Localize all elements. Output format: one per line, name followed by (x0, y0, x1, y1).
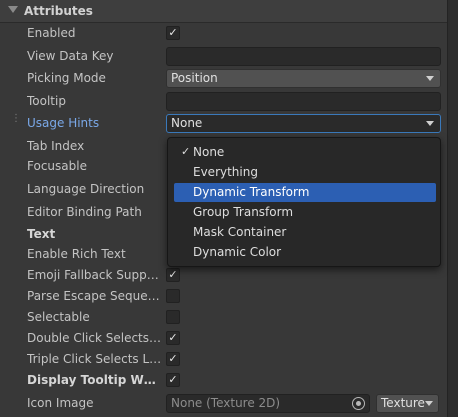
attributes-foldout-header[interactable]: Attributes (0, 0, 447, 23)
triple-click-checkbox[interactable]: ✓ (166, 352, 180, 366)
icon-image-label: Icon Image (27, 396, 94, 410)
chevron-down-icon (426, 76, 434, 81)
usage-hints-dropdown[interactable]: None (166, 114, 441, 133)
enabled-checkbox[interactable]: ✓ (166, 26, 180, 40)
usage-hints-menu: ✓ None Everything Dynamic Transform Grou… (167, 137, 441, 267)
language-direction-label: Language Direction (27, 182, 145, 196)
usage-hints-label: Usage Hints (27, 116, 100, 130)
selectable-label: Selectable (27, 310, 90, 324)
icon-image-type-dropdown[interactable]: Texture (376, 394, 439, 413)
menu-item-label: Mask Container (193, 225, 287, 239)
picking-mode-value: Position (171, 71, 218, 85)
object-picker-icon[interactable] (352, 397, 365, 410)
tab-index-label: Tab Index (27, 139, 85, 153)
menu-item-label: Group Transform (193, 205, 294, 219)
menu-item-group-transform[interactable]: Group Transform (174, 203, 436, 222)
tooltip-field[interactable] (166, 92, 441, 111)
row-view-data-key: View Data Key (0, 46, 447, 67)
usage-hints-value: None (171, 116, 203, 130)
inspector-panel: Attributes Enabled ✓ View Data Key Picki… (0, 0, 458, 417)
vertical-scrollbar[interactable] (447, 0, 458, 417)
checkmark-icon: ✓ (181, 145, 191, 158)
row-selectable: Selectable (0, 307, 447, 328)
enabled-label: Enabled (27, 26, 76, 40)
menu-item-label: Everything (193, 165, 258, 179)
row-double-click: Double Click Selects ... ✓ (0, 328, 447, 349)
row-icon-image: Icon Image None (Texture 2D) Texture (0, 393, 447, 414)
row-enabled: Enabled ✓ (0, 23, 447, 44)
foldout-expanded-icon[interactable] (8, 6, 18, 13)
checkmark-icon: ✓ (168, 352, 178, 365)
menu-item-label: Dynamic Color (193, 245, 282, 259)
picking-mode-dropdown[interactable]: Position (166, 69, 441, 88)
checkmark-icon: ✓ (168, 331, 178, 344)
editor-binding-path-label: Editor Binding Path (27, 205, 142, 219)
chevron-down-icon (425, 401, 433, 406)
menu-item-mask-container[interactable]: Mask Container (174, 223, 436, 242)
parse-escape-label: Parse Escape Sequen... (27, 289, 162, 303)
menu-item-dynamic-color[interactable]: Dynamic Color (174, 243, 436, 262)
focusable-label: Focusable (27, 159, 87, 173)
drag-handle-icon[interactable]: ⋮ (11, 114, 21, 124)
row-parse-escape: Parse Escape Sequen... (0, 286, 447, 307)
icon-image-type-value: Texture (381, 396, 425, 410)
menu-item-none[interactable]: ✓ None (174, 143, 436, 162)
checkmark-icon: ✓ (168, 373, 178, 386)
icon-image-value: None (Texture 2D) (171, 396, 281, 410)
display-tooltip-label: Display Tooltip When... (27, 373, 162, 387)
selectable-checkbox[interactable] (166, 310, 180, 324)
enable-rich-text-label: Enable Rich Text (27, 247, 126, 261)
chevron-down-icon (426, 121, 434, 126)
picking-mode-label: Picking Mode (27, 71, 106, 85)
emoji-fallback-label: Emoji Fallback Support (27, 268, 162, 282)
view-data-key-label: View Data Key (27, 49, 114, 63)
menu-item-label: None (193, 145, 225, 159)
row-tooltip: Tooltip (0, 91, 447, 112)
section-title: Attributes (24, 4, 93, 18)
view-data-key-field[interactable] (166, 47, 441, 66)
row-emoji-fallback: Emoji Fallback Support ✓ (0, 265, 447, 286)
row-triple-click: Triple Click Selects Li... ✓ (0, 349, 447, 370)
icon-image-object-field[interactable]: None (Texture 2D) (166, 394, 370, 413)
menu-item-everything[interactable]: Everything (174, 163, 436, 182)
double-click-label: Double Click Selects ... (27, 331, 162, 345)
display-tooltip-checkbox[interactable]: ✓ (166, 373, 180, 387)
parse-escape-checkbox[interactable] (166, 289, 180, 303)
triple-click-label: Triple Click Selects Li... (27, 352, 162, 366)
row-usage-hints: ⋮ Usage Hints None (0, 113, 447, 134)
row-display-tooltip: Display Tooltip When... ✓ (0, 370, 447, 391)
checkmark-icon: ✓ (168, 26, 178, 39)
emoji-fallback-checkbox[interactable]: ✓ (166, 268, 180, 282)
menu-item-dynamic-transform[interactable]: Dynamic Transform (174, 183, 436, 202)
checkmark-icon: ✓ (168, 268, 178, 281)
menu-item-label: Dynamic Transform (193, 185, 310, 199)
tooltip-label: Tooltip (27, 94, 66, 108)
double-click-checkbox[interactable]: ✓ (166, 331, 180, 345)
text-label: Text (27, 227, 56, 241)
row-picking-mode: Picking Mode Position (0, 68, 447, 89)
